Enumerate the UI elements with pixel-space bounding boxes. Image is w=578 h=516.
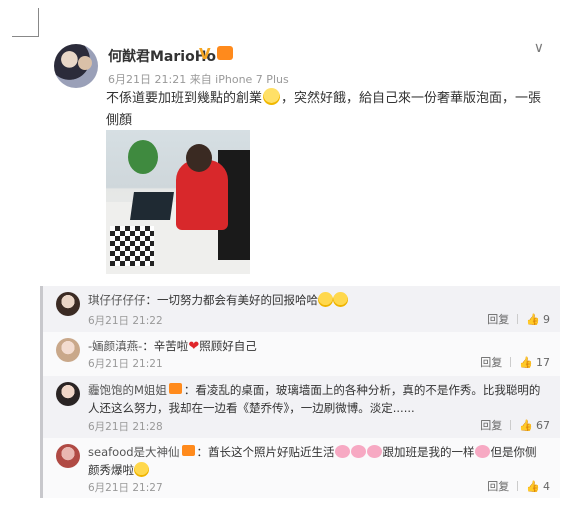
comment-text-2: 跟加班是我的一样: [382, 445, 475, 459]
reply-button[interactable]: 回复: [487, 311, 509, 327]
chevron-down-icon[interactable]: ∨: [534, 40, 544, 56]
post-text-part1: 不係道要加班到幾點的創業: [106, 91, 263, 106]
reply-button[interactable]: 回复: [487, 478, 509, 494]
level-badge-icon: [181, 445, 195, 456]
level-badge-icon: [217, 46, 233, 60]
avatar[interactable]: [56, 444, 80, 468]
sun-emoji-icon: [333, 292, 348, 307]
thumbs-up-icon[interactable]: 👍: [526, 480, 540, 493]
like-count: 4: [543, 480, 550, 493]
comment-time: 6月21日 21:22: [88, 315, 163, 327]
like-count: 9: [543, 313, 550, 326]
comment-time: 6月21日 21:21: [88, 358, 163, 370]
pig-emoji-icon: [366, 445, 382, 458]
thumbs-up-icon[interactable]: 👍: [519, 356, 533, 369]
heart-icon: ❤: [188, 339, 200, 354]
comment-text: ：一切努力都会有美好的回报哈哈: [145, 293, 319, 307]
comment-item: seafood是大神仙 ：酋长这个照片好贴近生活 跟加班是我的一样 但是你侧颜秀爆啦 …: [40, 438, 560, 498]
avatar[interactable]: [56, 338, 80, 362]
post-photo[interactable]: [106, 130, 250, 274]
grin-emoji-icon: [318, 292, 333, 307]
avatar[interactable]: [56, 292, 80, 316]
pig-emoji-icon: [474, 445, 490, 458]
comment-username[interactable]: seafood是大神仙: [88, 445, 180, 459]
shy-emoji-icon: [134, 462, 149, 477]
thumbs-up-icon[interactable]: 👍: [526, 313, 540, 326]
like-count: 17: [536, 356, 550, 369]
comment-text-2: 照顾好自己: [199, 339, 257, 353]
reply-button[interactable]: 回复: [480, 354, 502, 370]
comment-item: 琪仔仔仔仔：一切努力都会有美好的回报哈哈 6月21日 21:22 回复 👍 9: [40, 286, 560, 332]
verified-badge-icon: V: [199, 45, 211, 63]
comment-text: ：酋长这个照片好贴近生活: [196, 445, 335, 459]
comment-username[interactable]: 霾饱饱的M姐姐: [88, 383, 167, 397]
thumbs-up-icon[interactable]: 👍: [519, 419, 533, 432]
post-meta: 6月21日 21:21 来自 iPhone 7 Plus: [108, 73, 289, 86]
comment-time: 6月21日 21:28: [88, 421, 163, 433]
comment-item: -婳颜滇燕-：辛苦啦❤照顾好自己 6月21日 21:21 回复 👍 17: [40, 332, 560, 376]
avatar[interactable]: [54, 44, 98, 88]
comment-username[interactable]: -婳颜滇燕-: [88, 339, 142, 353]
level-badge-icon: [168, 383, 182, 394]
comment-text: ：辛苦啦: [142, 339, 189, 353]
reply-button[interactable]: 回复: [480, 417, 502, 433]
comment-username[interactable]: 琪仔仔仔仔: [88, 293, 146, 307]
smile-emoji-icon: [263, 88, 281, 105]
comment-time: 6月21日 21:27: [88, 482, 163, 494]
like-count: 67: [536, 419, 550, 432]
pig-emoji-icon: [334, 445, 350, 458]
pig-emoji-icon: [350, 445, 366, 458]
crop-corner-mark: [12, 8, 39, 37]
avatar[interactable]: [56, 382, 80, 406]
comment-item: 霾饱饱的M姐姐 ：看凌乱的桌面，玻璃墙面上的各种分析，真的不是作秀。比我聪明的人还…: [40, 376, 560, 438]
